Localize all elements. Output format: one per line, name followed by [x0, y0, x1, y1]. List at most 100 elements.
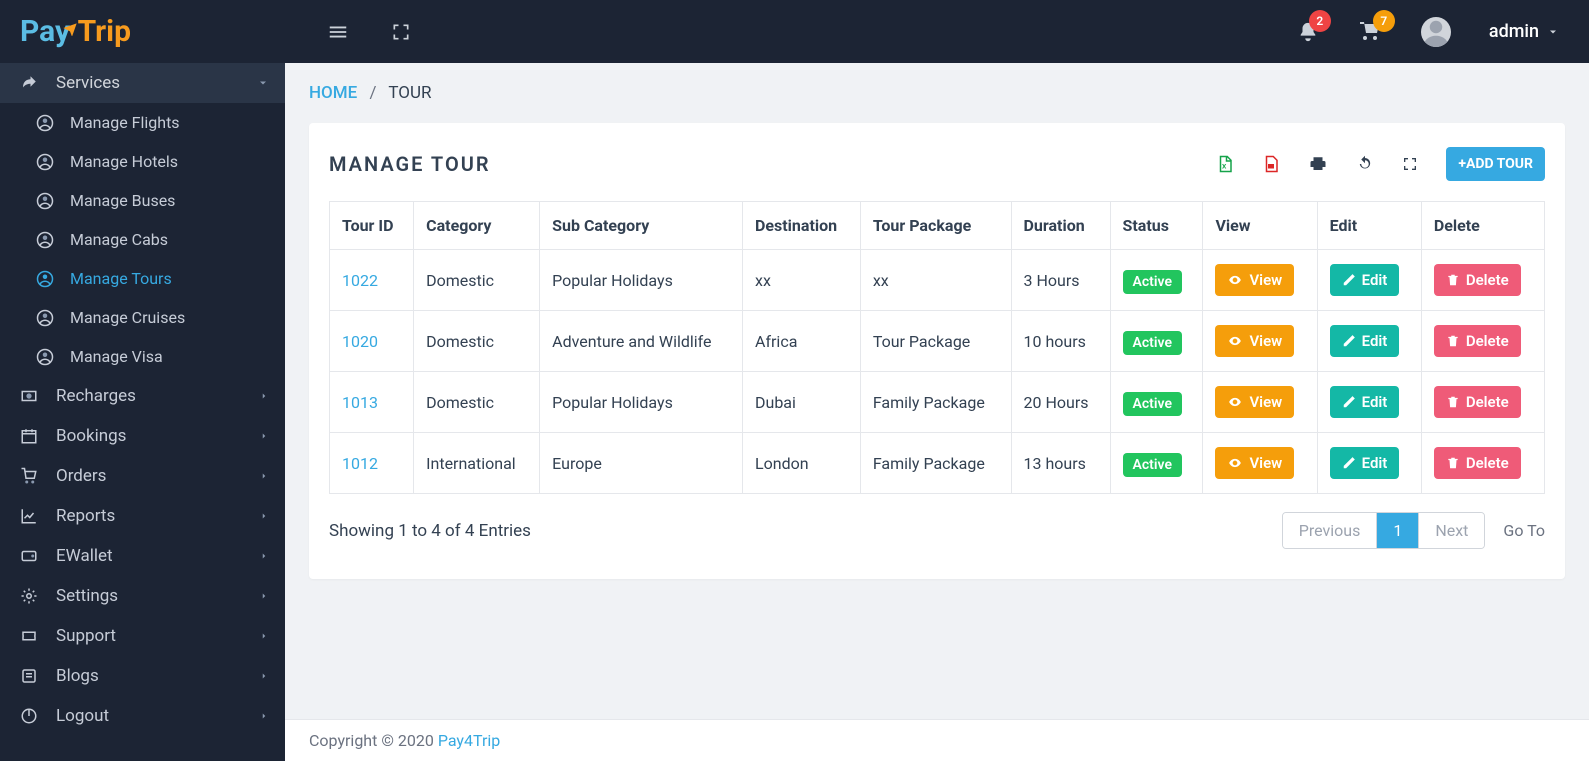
- breadcrumb: HOME / TOUR: [285, 63, 1589, 111]
- sidebar-subitem-manage-hotels[interactable]: Manage Hotels: [0, 142, 285, 181]
- logo-text: Pay Trip: [20, 14, 131, 49]
- breadcrumb-home[interactable]: HOME: [309, 83, 357, 103]
- gear-icon: [16, 587, 42, 605]
- pager-next[interactable]: Next: [1418, 513, 1484, 548]
- user-menu[interactable]: admin: [1489, 21, 1559, 42]
- col-tour-id: Tour ID: [330, 202, 414, 250]
- tour-id-link[interactable]: 1012: [342, 454, 378, 473]
- sidebar-subitem-manage-cabs[interactable]: Manage Cabs: [0, 220, 285, 259]
- sidebar-subitem-manage-flights[interactable]: Manage Flights: [0, 103, 285, 142]
- footer: Copyright © 2020 Pay4Trip: [285, 719, 1589, 761]
- view-button[interactable]: View: [1215, 386, 1294, 418]
- chevron-right-icon: [259, 431, 269, 441]
- sidebar-item-support[interactable]: Support: [0, 616, 285, 656]
- chevron-right-icon: [259, 591, 269, 601]
- user-circle-icon: [36, 270, 58, 288]
- edit-button[interactable]: Edit: [1330, 386, 1400, 418]
- showing-text: Showing 1 to 4 of 4 Entries: [329, 521, 531, 541]
- col-edit: Edit: [1317, 202, 1421, 250]
- header: Pay Trip 2 7 admin: [0, 0, 1589, 63]
- refresh-icon[interactable]: [1356, 155, 1374, 173]
- tour-id-link[interactable]: 1022: [342, 271, 378, 290]
- user-circle-icon: [36, 153, 58, 171]
- header-right: 2 7 admin: [1297, 17, 1589, 47]
- delete-button[interactable]: Delete: [1434, 264, 1521, 296]
- status-badge: Active: [1123, 392, 1182, 416]
- chevron-down-icon: [1547, 26, 1559, 38]
- chevron-right-icon: [259, 471, 269, 481]
- pager-prev[interactable]: Previous: [1283, 513, 1377, 548]
- status-badge: Active: [1123, 453, 1182, 477]
- sidebar-item-logout[interactable]: Logout: [0, 696, 285, 736]
- sidebar-item-services[interactable]: Services: [0, 63, 285, 103]
- edit-button[interactable]: Edit: [1330, 264, 1400, 296]
- chevron-right-icon: [259, 671, 269, 681]
- cash-icon: [16, 387, 42, 405]
- avatar[interactable]: [1421, 17, 1451, 47]
- menu-toggle-icon[interactable]: [325, 21, 351, 43]
- footer-brand-link[interactable]: Pay4Trip: [438, 731, 500, 750]
- breadcrumb-sep: /: [369, 83, 376, 103]
- pager-goto[interactable]: Go To: [1503, 521, 1545, 540]
- user-name: admin: [1489, 21, 1539, 42]
- edit-button[interactable]: Edit: [1330, 325, 1400, 357]
- chevron-right-icon: [259, 511, 269, 521]
- breadcrumb-current: TOUR: [388, 83, 431, 103]
- view-button[interactable]: View: [1215, 447, 1294, 479]
- fullscreen-icon[interactable]: [391, 22, 411, 42]
- sidebar-subitem-manage-tours[interactable]: Manage Tours: [0, 259, 285, 298]
- user-circle-icon: [36, 309, 58, 327]
- col-tour-package: Tour Package: [860, 202, 1011, 250]
- chevron-down-icon: [257, 77, 269, 89]
- sidebar-item-bookings[interactable]: Bookings: [0, 416, 285, 456]
- sidebar-item-blogs[interactable]: Blogs: [0, 656, 285, 696]
- sidebar-item-reports[interactable]: Reports: [0, 496, 285, 536]
- col-duration: Duration: [1011, 202, 1110, 250]
- print-icon[interactable]: [1308, 155, 1328, 173]
- sidebar-subitem-manage-cruises[interactable]: Manage Cruises: [0, 298, 285, 337]
- logo[interactable]: Pay Trip: [0, 0, 285, 63]
- col-category: Category: [414, 202, 540, 250]
- fullscreen-card-icon[interactable]: [1402, 156, 1418, 172]
- status-badge: Active: [1123, 270, 1182, 294]
- add-tour-button[interactable]: +ADD TOUR: [1446, 147, 1545, 181]
- cart-icon: [16, 467, 42, 485]
- footer-text: Copyright © 2020: [309, 731, 434, 750]
- sidebar-item-recharges[interactable]: Recharges: [0, 376, 285, 416]
- sidebar-label: Services: [56, 73, 120, 93]
- export-excel-icon[interactable]: X: [1216, 154, 1234, 174]
- sidebar: Services Manage FlightsManage HotelsMana…: [0, 63, 285, 761]
- view-button[interactable]: View: [1215, 264, 1294, 296]
- sidebar-item-ewallet[interactable]: EWallet: [0, 536, 285, 576]
- tour-id-link[interactable]: 1013: [342, 393, 378, 412]
- cart-icon[interactable]: 7: [1357, 20, 1383, 44]
- notifications-badge: 2: [1309, 10, 1331, 32]
- table-footer: Showing 1 to 4 of 4 Entries Previous 1 N…: [329, 512, 1545, 549]
- tour-id-link[interactable]: 1020: [342, 332, 378, 351]
- sidebar-subitem-manage-buses[interactable]: Manage Buses: [0, 181, 285, 220]
- user-circle-icon: [36, 348, 58, 366]
- cart-badge: 7: [1373, 10, 1395, 32]
- col-sub-category: Sub Category: [540, 202, 743, 250]
- delete-button[interactable]: Delete: [1434, 447, 1521, 479]
- card-tools: X +ADD TOUR: [1216, 147, 1545, 181]
- table-row: 1022DomesticPopular Holidaysxxxx3 HoursA…: [330, 250, 1545, 311]
- calendar-icon: [16, 427, 42, 445]
- chevron-right-icon: [259, 631, 269, 641]
- export-pdf-icon[interactable]: [1262, 154, 1280, 174]
- delete-button[interactable]: Delete: [1434, 386, 1521, 418]
- pager-page-1[interactable]: 1: [1376, 513, 1418, 548]
- svg-text:X: X: [1222, 163, 1227, 171]
- sidebar-item-settings[interactable]: Settings: [0, 576, 285, 616]
- notifications-icon[interactable]: 2: [1297, 20, 1319, 44]
- sidebar-subitem-manage-visa[interactable]: Manage Visa: [0, 337, 285, 376]
- header-left-controls: [285, 21, 411, 43]
- share-icon: [16, 74, 42, 92]
- col-destination: Destination: [743, 202, 861, 250]
- delete-button[interactable]: Delete: [1434, 325, 1521, 357]
- view-button[interactable]: View: [1215, 325, 1294, 357]
- tours-table: Tour IDCategorySub CategoryDestinationTo…: [329, 201, 1545, 494]
- sidebar-item-orders[interactable]: Orders: [0, 456, 285, 496]
- card-header: MANAGE TOUR X +ADD TOUR: [329, 147, 1545, 181]
- edit-button[interactable]: Edit: [1330, 447, 1400, 479]
